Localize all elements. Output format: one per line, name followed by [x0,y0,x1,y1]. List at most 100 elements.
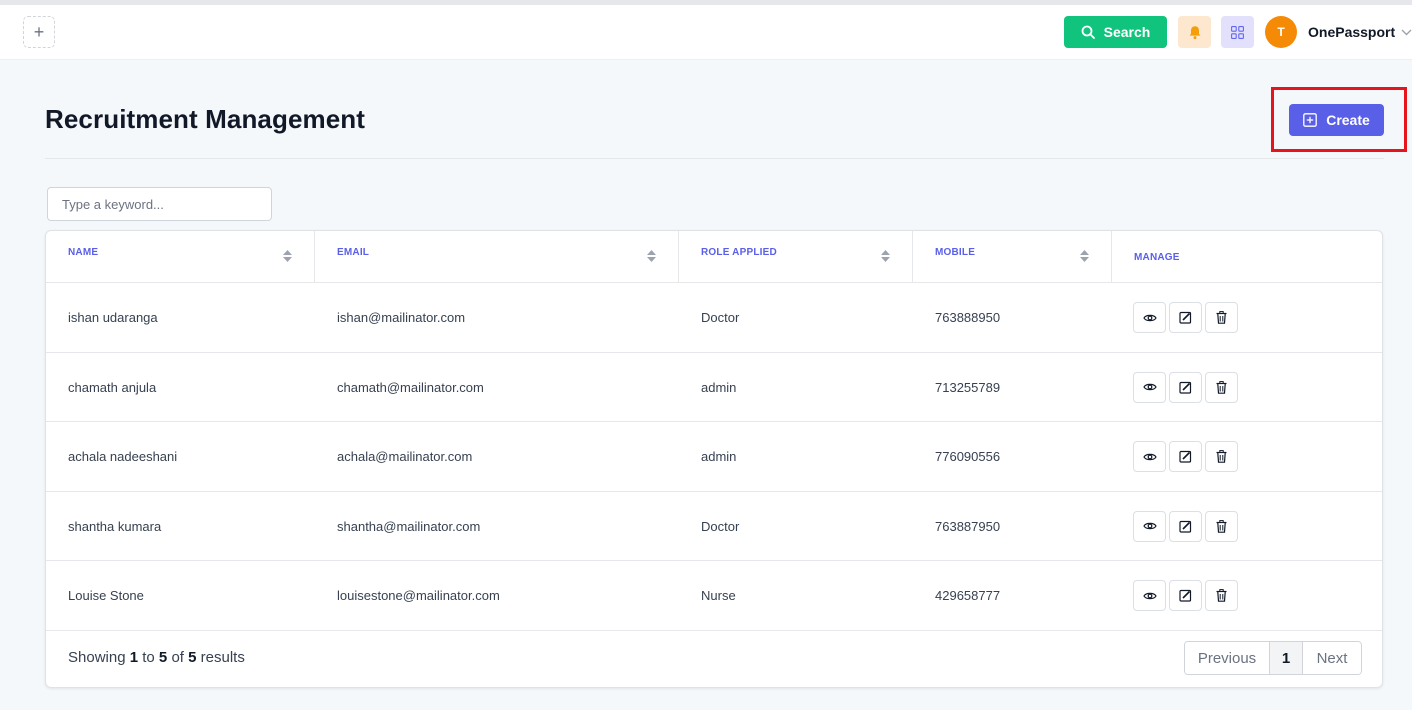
cell-name: achala nadeeshani [68,449,178,464]
pagination: Previous 1 Next [1184,641,1362,675]
table-header: NAME EMAIL ROLE APPLIED MOBILE MANAGE [46,231,1382,283]
row-actions [1133,283,1238,352]
eye-icon [1142,383,1157,391]
search-icon [1081,25,1095,39]
create-button-label: Create [1326,112,1370,128]
cell-role: Nurse [701,588,736,603]
column-label-manage: MANAGE [1134,252,1180,263]
sort-icon [283,250,292,262]
user-avatar[interactable]: T [1265,16,1297,48]
column-label-mobile: MOBILE [935,247,976,258]
table-row: shantha kumara shantha@mailinator.com Do… [46,492,1382,561]
delete-button[interactable] [1205,510,1238,542]
cell-email: louisestone@mailinator.com [337,588,500,603]
page-1-button[interactable]: 1 [1270,642,1303,674]
keyword-search-input[interactable] [47,187,272,221]
column-label-email: EMAIL [337,247,370,258]
add-button[interactable]: + [23,16,55,48]
cell-email: shantha@mailinator.com [337,518,481,534]
edit-button[interactable] [1169,441,1202,472]
column-label-role: ROLE APPLIED [701,247,777,258]
edit-icon [1179,589,1192,602]
cell-name: shantha kumara [68,518,162,534]
cell-email: ishan@mailinator.com [337,310,466,325]
summary-total: 5 [188,649,197,666]
row-actions [1133,561,1238,630]
create-button[interactable]: Create [1289,104,1384,136]
view-button[interactable] [1133,371,1166,403]
delete-button[interactable] [1205,302,1238,333]
search-button-label: Search [1103,24,1151,40]
page-title: Recruitment Management [45,104,366,134]
column-header-manage: MANAGE [1112,231,1382,283]
next-page-button[interactable]: Next [1303,642,1361,674]
view-button[interactable] [1133,580,1166,611]
previous-page-button[interactable]: Previous [1185,642,1270,674]
cell-role: Doctor [701,518,740,534]
trash-icon [1216,311,1227,324]
row-actions [1133,422,1238,491]
trash-icon [1216,519,1227,533]
view-button[interactable] [1133,510,1166,542]
sort-icon [1080,250,1089,262]
sort-icon [881,250,890,262]
top-bar: + Search T OnePassport [0,5,1412,60]
edit-icon [1179,311,1192,324]
chevron-down-icon [1401,29,1412,35]
eye-icon [1142,522,1157,530]
view-button[interactable] [1133,441,1166,472]
cell-mobile: 776090556 [935,449,1001,464]
title-divider [45,158,1384,159]
edit-button[interactable] [1169,371,1202,403]
row-actions [1133,492,1238,560]
view-button[interactable] [1133,302,1166,333]
table-row: Louise Stone louisestone@mailinator.com … [46,561,1382,631]
apps-button[interactable] [1221,16,1254,48]
search-button[interactable]: Search [1064,16,1167,48]
cell-role: Doctor [701,310,740,325]
results-summary: Showing 1 to 5 of 5 results [68,649,245,666]
plus-icon: + [33,22,45,42]
delete-button[interactable] [1205,371,1238,403]
plus-square-icon [1303,113,1318,127]
edit-button[interactable] [1169,580,1202,611]
edit-button[interactable] [1169,302,1202,333]
edit-icon [1179,450,1192,463]
eye-icon [1142,592,1157,599]
table-row: ishan udaranga ishan@mailinator.com Doct… [46,283,1382,353]
sort-icon [647,250,656,262]
cell-mobile: 763887950 [935,518,1001,534]
table-row: chamath anjula chamath@mailinator.com ad… [46,353,1382,422]
column-label-name: NAME [68,247,99,258]
delete-button[interactable] [1205,441,1238,472]
column-header-name[interactable]: NAME [46,231,315,283]
row-actions [1133,353,1238,421]
user-menu[interactable]: OnePassport [1308,16,1412,48]
summary-from: 1 [129,649,139,666]
notifications-button[interactable] [1178,16,1211,48]
cell-mobile: 713255789 [935,379,1001,395]
cell-mobile: 429658777 [935,588,1001,603]
delete-button[interactable] [1205,580,1238,611]
eye-icon [1142,314,1157,321]
user-name: OnePassport [1308,24,1396,40]
cell-mobile: 763888950 [935,310,1001,325]
column-header-email[interactable]: EMAIL [315,231,679,283]
column-header-mobile[interactable]: MOBILE [913,231,1112,283]
grid-icon [1231,25,1244,39]
table-row: achala nadeeshani achala@mailinator.com … [46,422,1382,492]
cell-name: chamath anjula [68,379,157,395]
column-header-role[interactable]: ROLE APPLIED [679,231,913,283]
trash-icon [1216,589,1227,602]
trash-icon [1216,450,1227,463]
trash-icon [1216,380,1227,394]
summary-to: 5 [158,649,168,666]
summary-of-word: of [171,649,184,666]
edit-icon [1179,381,1192,394]
summary-results: results [200,649,245,666]
cell-email: chamath@mailinator.com [337,379,484,395]
edit-button[interactable] [1169,510,1202,542]
cell-name: Louise Stone [68,588,144,603]
bell-icon [1189,25,1200,39]
cell-role: admin [701,449,737,464]
